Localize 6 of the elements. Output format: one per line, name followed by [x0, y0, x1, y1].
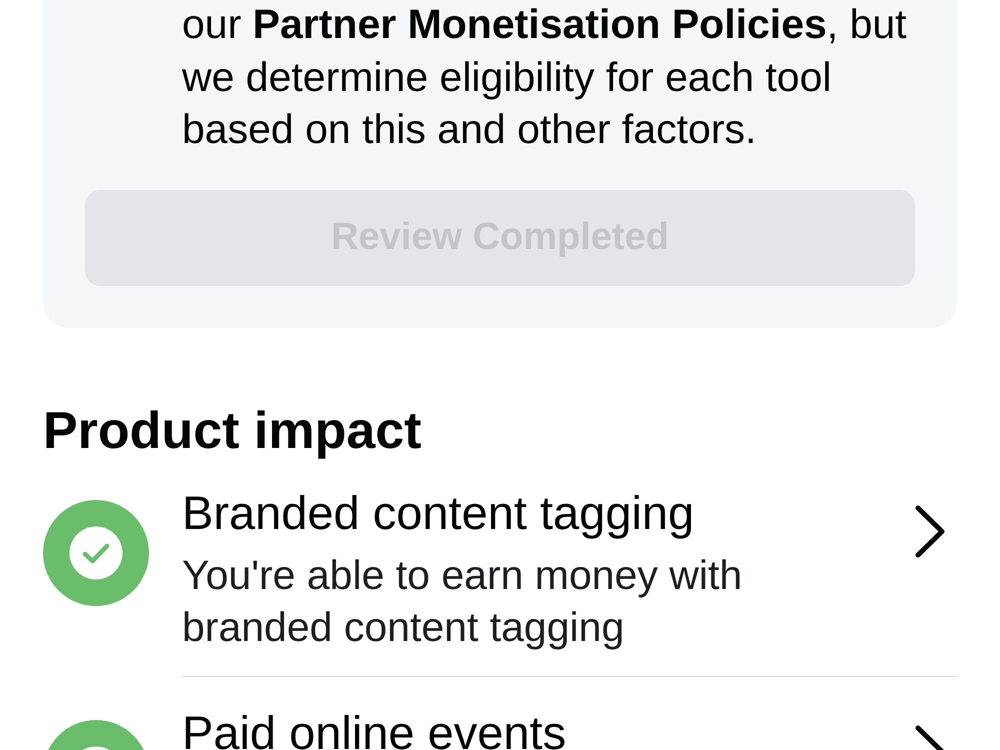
item-title: Paid online events — [182, 704, 568, 750]
section-heading: Product impact — [43, 404, 422, 456]
policy-text: our Partner Monetisation Policies, but we determine eligibility for each tool based on this and other factors. — [181, 0, 908, 154]
chevron-right-icon[interactable] — [915, 504, 945, 558]
item-title: Branded content tagging — [182, 484, 696, 541]
item-description: You're able to earn money with branded content tagging — [182, 550, 744, 652]
